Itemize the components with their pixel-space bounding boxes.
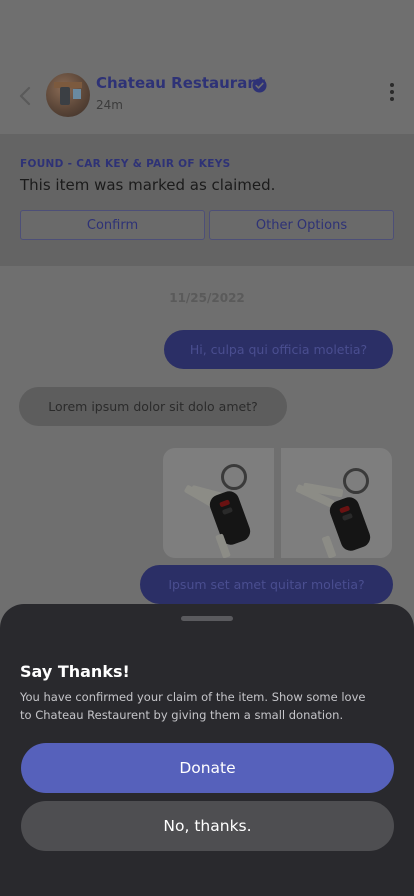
key-photo[interactable]	[163, 448, 274, 558]
key-photo[interactable]	[281, 448, 392, 558]
claim-item-tag: FOUND - CAR KEY & PAIR OF KEYS	[20, 158, 231, 170]
message-bubble-outgoing: Ipsum set amet quitar moletia?	[140, 565, 393, 604]
avatar[interactable]	[46, 73, 90, 117]
no-thanks-button[interactable]: No, thanks.	[21, 801, 394, 851]
claim-status-message: This item was marked as claimed.	[20, 176, 276, 194]
message-bubble-outgoing: Hi, culpa qui officia moletia?	[164, 330, 393, 369]
donate-button[interactable]: Donate	[21, 743, 394, 793]
chat-header: Chateau Restaurant 24m	[0, 60, 414, 132]
restaurant-name[interactable]: Chateau Restaurant	[96, 74, 265, 92]
confirm-button[interactable]: Confirm	[20, 210, 205, 240]
sheet-title: Say Thanks!	[20, 662, 130, 681]
verified-check-icon	[252, 78, 267, 93]
message-bubble-incoming: Lorem ipsum dolor sit dolo amet?	[19, 387, 287, 426]
more-vertical-icon[interactable]	[386, 80, 398, 104]
sheet-description: You have confirmed your claim of the ite…	[20, 690, 366, 722]
sheet-drag-handle[interactable]	[181, 616, 233, 621]
chat-date-divider: 11/25/2022	[169, 291, 245, 305]
last-seen-time: 24m	[96, 98, 123, 112]
claim-banner: FOUND - CAR KEY & PAIR OF KEYS This item…	[0, 134, 414, 266]
other-options-button[interactable]: Other Options	[209, 210, 394, 240]
back-chevron-icon[interactable]	[16, 84, 36, 108]
say-thanks-bottom-sheet: Say Thanks! You have confirmed your clai…	[0, 604, 414, 896]
